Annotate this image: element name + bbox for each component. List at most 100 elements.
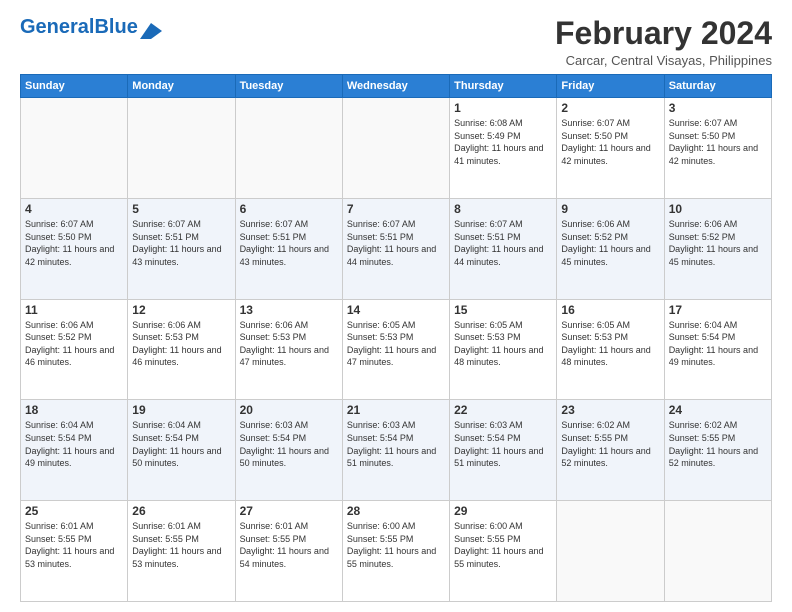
calendar-cell: 2 Sunrise: 6:07 AMSunset: 5:50 PMDaylight… <box>557 98 664 199</box>
calendar-cell: 17 Sunrise: 6:04 AMSunset: 5:54 PMDayligh… <box>664 299 771 400</box>
calendar-cell: 9 Sunrise: 6:06 AMSunset: 5:52 PMDaylight… <box>557 198 664 299</box>
day-info: Sunrise: 6:04 AMSunset: 5:54 PMDaylight:… <box>132 419 230 469</box>
day-number: 22 <box>454 403 552 417</box>
day-info: Sunrise: 6:07 AMSunset: 5:50 PMDaylight:… <box>669 117 767 167</box>
calendar-cell: 14 Sunrise: 6:05 AMSunset: 5:53 PMDayligh… <box>342 299 449 400</box>
day-number: 7 <box>347 202 445 216</box>
weekday-header-row: SundayMondayTuesdayWednesdayThursdayFrid… <box>21 75 772 98</box>
logo: GeneralBlue <box>20 16 162 39</box>
calendar-cell: 4 Sunrise: 6:07 AMSunset: 5:50 PMDaylight… <box>21 198 128 299</box>
day-number: 10 <box>669 202 767 216</box>
calendar-cell: 22 Sunrise: 6:03 AMSunset: 5:54 PMDayligh… <box>450 400 557 501</box>
calendar-cell: 20 Sunrise: 6:03 AMSunset: 5:54 PMDayligh… <box>235 400 342 501</box>
day-number: 4 <box>25 202 123 216</box>
weekday-header-tuesday: Tuesday <box>235 75 342 98</box>
day-info: Sunrise: 6:06 AMSunset: 5:52 PMDaylight:… <box>561 218 659 268</box>
day-info: Sunrise: 6:01 AMSunset: 5:55 PMDaylight:… <box>240 520 338 570</box>
calendar-week-5: 25 Sunrise: 6:01 AMSunset: 5:55 PMDayligh… <box>21 501 772 602</box>
logo-icon <box>140 23 162 39</box>
calendar-cell: 12 Sunrise: 6:06 AMSunset: 5:53 PMDayligh… <box>128 299 235 400</box>
day-info: Sunrise: 6:04 AMSunset: 5:54 PMDaylight:… <box>669 319 767 369</box>
day-number: 9 <box>561 202 659 216</box>
day-number: 26 <box>132 504 230 518</box>
day-number: 15 <box>454 303 552 317</box>
day-info: Sunrise: 6:05 AMSunset: 5:53 PMDaylight:… <box>561 319 659 369</box>
day-number: 2 <box>561 101 659 115</box>
day-number: 29 <box>454 504 552 518</box>
calendar-cell: 16 Sunrise: 6:05 AMSunset: 5:53 PMDayligh… <box>557 299 664 400</box>
day-number: 11 <box>25 303 123 317</box>
logo-general: General <box>20 16 94 38</box>
day-number: 19 <box>132 403 230 417</box>
calendar-cell: 8 Sunrise: 6:07 AMSunset: 5:51 PMDaylight… <box>450 198 557 299</box>
day-number: 20 <box>240 403 338 417</box>
day-info: Sunrise: 6:07 AMSunset: 5:51 PMDaylight:… <box>132 218 230 268</box>
calendar-week-1: 1Sunrise: 6:08 AMSunset: 5:49 PMDaylight… <box>21 98 772 199</box>
day-number: 21 <box>347 403 445 417</box>
day-info: Sunrise: 6:06 AMSunset: 5:52 PMDaylight:… <box>25 319 123 369</box>
day-number: 24 <box>669 403 767 417</box>
weekday-header-monday: Monday <box>128 75 235 98</box>
calendar-cell: 28 Sunrise: 6:00 AMSunset: 5:55 PMDayligh… <box>342 501 449 602</box>
page: GeneralBlue February 2024 Carcar, Centra… <box>0 0 792 612</box>
calendar-cell: 10 Sunrise: 6:06 AMSunset: 5:52 PMDayligh… <box>664 198 771 299</box>
day-number: 28 <box>347 504 445 518</box>
day-number: 14 <box>347 303 445 317</box>
day-number: 5 <box>132 202 230 216</box>
day-info: Sunrise: 6:01 AMSunset: 5:55 PMDaylight:… <box>132 520 230 570</box>
weekday-header-friday: Friday <box>557 75 664 98</box>
calendar-cell <box>21 98 128 199</box>
calendar-cell <box>664 501 771 602</box>
calendar-cell: 24Sunrise: 6:02 AMSunset: 5:55 PMDayligh… <box>664 400 771 501</box>
calendar-cell: 23 Sunrise: 6:02 AMSunset: 5:55 PMDayligh… <box>557 400 664 501</box>
day-info: Sunrise: 6:07 AMSunset: 5:51 PMDaylight:… <box>454 218 552 268</box>
weekday-header-thursday: Thursday <box>450 75 557 98</box>
day-number: 3 <box>669 101 767 115</box>
calendar-cell: 29 Sunrise: 6:00 AMSunset: 5:55 PMDayligh… <box>450 501 557 602</box>
calendar-cell <box>235 98 342 199</box>
day-info: Sunrise: 6:02 AMSunset: 5:55 PMDaylight:… <box>561 419 659 469</box>
day-number: 25 <box>25 504 123 518</box>
day-info: Sunrise: 6:00 AMSunset: 5:55 PMDaylight:… <box>347 520 445 570</box>
day-info: Sunrise: 6:08 AMSunset: 5:49 PMDaylight:… <box>454 117 552 167</box>
calendar-cell: 3 Sunrise: 6:07 AMSunset: 5:50 PMDaylight… <box>664 98 771 199</box>
day-info: Sunrise: 6:06 AMSunset: 5:53 PMDaylight:… <box>240 319 338 369</box>
calendar-cell: 13Sunrise: 6:06 AMSunset: 5:53 PMDayligh… <box>235 299 342 400</box>
day-number: 17 <box>669 303 767 317</box>
logo-block: GeneralBlue <box>20 16 162 39</box>
weekday-header-saturday: Saturday <box>664 75 771 98</box>
day-info: Sunrise: 6:03 AMSunset: 5:54 PMDaylight:… <box>347 419 445 469</box>
calendar-cell: 1Sunrise: 6:08 AMSunset: 5:49 PMDaylight… <box>450 98 557 199</box>
day-info: Sunrise: 6:04 AMSunset: 5:54 PMDaylight:… <box>25 419 123 469</box>
month-title: February 2024 <box>555 16 772 51</box>
day-info: Sunrise: 6:05 AMSunset: 5:53 PMDaylight:… <box>347 319 445 369</box>
calendar-week-2: 4 Sunrise: 6:07 AMSunset: 5:50 PMDaylight… <box>21 198 772 299</box>
day-number: 8 <box>454 202 552 216</box>
calendar-cell <box>128 98 235 199</box>
header: GeneralBlue February 2024 Carcar, Centra… <box>20 16 772 68</box>
calendar-cell: 26 Sunrise: 6:01 AMSunset: 5:55 PMDayligh… <box>128 501 235 602</box>
day-info: Sunrise: 6:07 AMSunset: 5:50 PMDaylight:… <box>25 218 123 268</box>
day-number: 16 <box>561 303 659 317</box>
day-number: 23 <box>561 403 659 417</box>
day-info: Sunrise: 6:00 AMSunset: 5:55 PMDaylight:… <box>454 520 552 570</box>
calendar-cell: 19 Sunrise: 6:04 AMSunset: 5:54 PMDayligh… <box>128 400 235 501</box>
calendar-cell: 27Sunrise: 6:01 AMSunset: 5:55 PMDayligh… <box>235 501 342 602</box>
day-info: Sunrise: 6:07 AMSunset: 5:50 PMDaylight:… <box>561 117 659 167</box>
title-block: February 2024 Carcar, Central Visayas, P… <box>555 16 772 68</box>
day-info: Sunrise: 6:07 AMSunset: 5:51 PMDaylight:… <box>347 218 445 268</box>
calendar-cell: 18Sunrise: 6:04 AMSunset: 5:54 PMDayligh… <box>21 400 128 501</box>
day-info: Sunrise: 6:03 AMSunset: 5:54 PMDaylight:… <box>240 419 338 469</box>
calendar-table: SundayMondayTuesdayWednesdayThursdayFrid… <box>20 74 772 602</box>
weekday-header-wednesday: Wednesday <box>342 75 449 98</box>
calendar-cell <box>557 501 664 602</box>
day-number: 12 <box>132 303 230 317</box>
day-info: Sunrise: 6:03 AMSunset: 5:54 PMDaylight:… <box>454 419 552 469</box>
day-info: Sunrise: 6:06 AMSunset: 5:53 PMDaylight:… <box>132 319 230 369</box>
logo-text: GeneralBlue <box>20 16 138 39</box>
weekday-header-sunday: Sunday <box>21 75 128 98</box>
calendar-cell: 7 Sunrise: 6:07 AMSunset: 5:51 PMDaylight… <box>342 198 449 299</box>
day-info: Sunrise: 6:06 AMSunset: 5:52 PMDaylight:… <box>669 218 767 268</box>
logo-blue: Blue <box>94 16 137 38</box>
calendar-week-4: 18Sunrise: 6:04 AMSunset: 5:54 PMDayligh… <box>21 400 772 501</box>
